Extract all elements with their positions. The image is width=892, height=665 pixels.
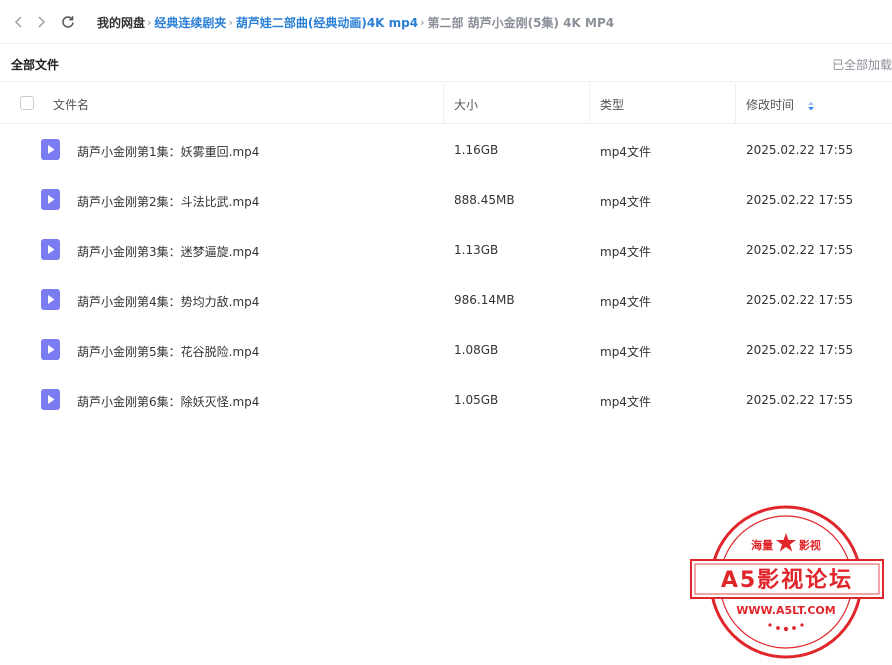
file-type: mp4文件	[600, 195, 651, 209]
breadcrumb-separator-icon: ›	[147, 16, 152, 29]
stamp-main-text: A5影视论坛	[721, 567, 853, 593]
file-name[interactable]: 葫芦小金刚第3集：迷梦逼旋.mp4	[77, 243, 259, 260]
refresh-button[interactable]	[58, 12, 78, 32]
file-name[interactable]: 葫芦小金刚第1集：妖雾重回.mp4	[77, 143, 259, 160]
loaded-all-status: 已全部加载	[831, 58, 892, 72]
file-modified-time: 2025.02.22 17:55	[746, 143, 854, 157]
file-size: 1.05GB	[454, 393, 499, 407]
file-size: 1.13GB	[454, 243, 499, 257]
file-name[interactable]: 葫芦小金刚第6集：除妖灭怪.mp4	[77, 393, 259, 410]
breadcrumb-separator-icon: ›	[420, 16, 425, 29]
file-size: 986.14MB	[454, 293, 515, 307]
video-file-icon	[41, 189, 60, 210]
file-type: mp4文件	[600, 295, 651, 309]
refresh-icon	[62, 16, 74, 28]
back-button[interactable]	[9, 12, 29, 32]
video-file-icon	[41, 339, 60, 360]
column-header-modified-label: 修改时间	[746, 98, 795, 112]
file-modified-time: 2025.02.22 17:55	[746, 293, 854, 307]
column-divider[interactable]	[443, 83, 444, 123]
file-row[interactable]: 葫芦小金刚第5集：花谷脱险.mp4 1.08GB mp4文件 2025.02.22 1…	[0, 325, 892, 375]
file-name[interactable]: 葫芦小金刚第2集：斗法比武.mp4	[77, 193, 259, 210]
breadcrumb-item[interactable]: 葫芦娃二部曲(经典动画)4K mp4	[236, 14, 418, 31]
breadcrumb-separator-icon: ›	[228, 16, 233, 29]
file-size: 888.45MB	[454, 193, 515, 207]
breadcrumb: 我的网盘 › 经典连续剧夹 › 葫芦娃二部曲(经典动画)4K mp4 › 第二部 葫芦小金刚…	[97, 14, 614, 31]
file-row[interactable]: 葫芦小金刚第3集：迷梦逼旋.mp4 1.13GB mp4文件 2025.02.22 1…	[0, 225, 892, 275]
watermark-stamp: 海量 影视 A5影视论坛 WWW.A5LT.COM	[690, 505, 884, 659]
video-file-icon	[41, 389, 60, 410]
breadcrumb-item: 第二部 葫芦小金刚(5集) 4K MP4	[427, 16, 615, 30]
breadcrumb-item[interactable]: 我的网盘	[97, 14, 145, 31]
table-header: 文件名 大小 类型 修改时间	[0, 83, 892, 124]
file-modified-time: 2025.02.22 17:55	[746, 193, 854, 207]
column-divider[interactable]	[735, 83, 736, 123]
file-type: mp4文件	[600, 395, 651, 409]
column-header-size[interactable]: 大小	[454, 96, 478, 113]
file-modified-time: 2025.02.22 17:55	[746, 393, 854, 407]
file-type: mp4文件	[600, 245, 651, 259]
file-list: 葫芦小金刚第1集：妖雾重回.mp4 1.16GB mp4文件 2025.02.22 1…	[0, 125, 892, 425]
top-bar: 我的网盘 › 经典连续剧夹 › 葫芦娃二部曲(经典动画)4K mp4 › 第二部 葫芦小金刚…	[0, 0, 892, 44]
file-row[interactable]: 葫芦小金刚第4集：势均力敌.mp4 986.14MB mp4文件 2025.02.22…	[0, 275, 892, 325]
file-name[interactable]: 葫芦小金刚第4集：势均力敌.mp4	[77, 293, 259, 310]
video-file-icon	[41, 139, 60, 160]
file-row[interactable]: 葫芦小金刚第2集：斗法比武.mp4 888.45MB mp4文件 2025.02.22…	[0, 175, 892, 225]
forward-button[interactable]	[31, 12, 51, 32]
video-file-icon	[41, 289, 60, 310]
column-header-modified[interactable]: 修改时间	[746, 96, 815, 113]
column-divider[interactable]	[589, 83, 590, 123]
chevron-right-icon	[38, 16, 46, 28]
column-header-type[interactable]: 类型	[600, 96, 624, 113]
file-size: 1.16GB	[454, 143, 499, 157]
file-row[interactable]: 葫芦小金刚第6集：除妖灭怪.mp4 1.05GB mp4文件 2025.02.22 1…	[0, 375, 892, 425]
file-name[interactable]: 葫芦小金刚第5集：花谷脱险.mp4	[77, 343, 259, 360]
file-row[interactable]: 葫芦小金刚第1集：妖雾重回.mp4 1.16GB mp4文件 2025.02.22 1…	[0, 125, 892, 175]
stamp-small-stars-icon	[768, 623, 804, 632]
file-size: 1.08GB	[454, 343, 499, 357]
file-modified-time: 2025.02.22 17:55	[746, 243, 854, 257]
select-all-checkbox[interactable]	[20, 96, 34, 110]
file-modified-time: 2025.02.22 17:55	[746, 343, 854, 357]
sort-icon[interactable]	[807, 101, 815, 111]
file-type: mp4文件	[600, 345, 651, 359]
breadcrumb-item[interactable]: 经典连续剧夹	[154, 14, 226, 31]
file-list-toolbar: 全部文件 已全部加载	[0, 44, 892, 82]
column-header-name[interactable]: 文件名	[53, 96, 89, 113]
stamp-url-text: WWW.A5LT.COM	[736, 604, 835, 617]
video-file-icon	[41, 239, 60, 260]
file-type: mp4文件	[600, 145, 651, 159]
all-files-title: 全部文件	[11, 58, 60, 72]
chevron-left-icon	[14, 16, 22, 28]
